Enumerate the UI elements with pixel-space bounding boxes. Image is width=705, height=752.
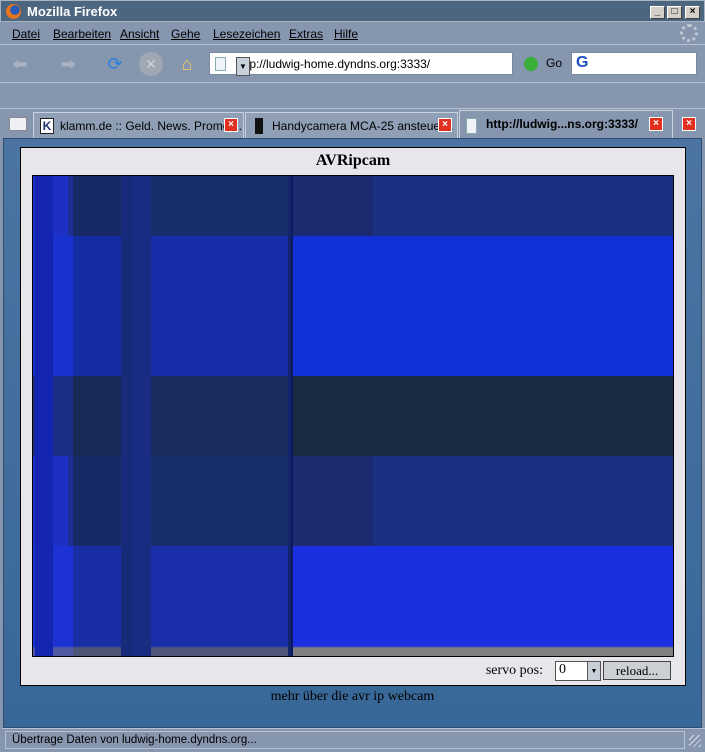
stop-icon[interactable]: ✕ <box>139 52 163 76</box>
menu-extras[interactable]: Extras <box>289 27 323 41</box>
klamm-favicon-icon: K <box>40 118 54 134</box>
title-bar: Mozilla Firefox _ □ × <box>0 0 705 22</box>
go-label: Go <box>546 56 563 70</box>
close-tab-icon[interactable]: × <box>438 118 452 132</box>
servo-select[interactable]: 0 ▼ <box>555 661 601 681</box>
minimize-button[interactable]: _ <box>650 6 665 19</box>
go-button[interactable]: Go <box>524 56 562 71</box>
url-text: http://ludwig-home.dyndns.org:3333/ <box>236 57 431 71</box>
tab-ludwig-home[interactable]: http://ludwig...ns.org:3333/ × <box>459 110 673 139</box>
home-icon[interactable]: ⌂ <box>175 52 199 76</box>
url-dropdown-button[interactable]: ▼ <box>236 57 250 76</box>
tab-klamm[interactable]: K klamm.de :: Geld. News. Promoti... × <box>33 112 244 139</box>
more-text: mehr über die <box>270 689 352 704</box>
resize-grip-icon[interactable] <box>689 735 701 747</box>
menu-hilfe[interactable]: Hilfe <box>334 27 358 41</box>
search-input[interactable]: G <box>571 52 697 75</box>
close-tab-icon[interactable]: × <box>224 118 238 132</box>
close-tab-icon[interactable]: × <box>649 117 663 131</box>
page-icon <box>215 57 226 71</box>
more-info: mehr über die avr ip webcam <box>0 689 705 705</box>
go-icon <box>524 56 538 71</box>
tab-label: http://ludwig...ns.org:3333/ <box>486 117 639 131</box>
tab-label: klamm.de :: Geld. News. Promoti... <box>60 119 244 133</box>
close-all-tabs-icon[interactable]: × <box>682 117 696 131</box>
page-title: AVRipcam <box>315 152 391 169</box>
reload-icon[interactable]: ⟳ <box>103 52 127 76</box>
servo-label: servo pos: <box>485 663 543 678</box>
chevron-down-icon: ▼ <box>587 662 600 680</box>
maximize-button[interactable]: □ <box>667 6 682 19</box>
firefox-logo-icon <box>6 4 21 19</box>
close-window-button[interactable]: × <box>685 6 700 19</box>
status-bar: Übertrage Daten von ludwig-home.dyndns.o… <box>2 728 705 752</box>
menu-bearbeiten[interactable]: Bearbeiten <box>53 27 111 41</box>
avr-favicon-icon <box>255 118 263 134</box>
tab-label: Handycamera MCA-25 ansteuer... <box>272 119 454 133</box>
back-icon[interactable]: ⬅ <box>8 52 32 76</box>
menu-datei[interactable]: Datei <box>12 27 40 41</box>
window-title: Mozilla Firefox <box>27 4 118 19</box>
webcam-panel: AVRipcam servo pos: 0 ▼ reload... <box>20 147 686 686</box>
menu-lesezeichen[interactable]: Lesezeichen <box>213 27 280 41</box>
menu-gehe[interactable]: Gehe <box>171 27 200 41</box>
forward-icon[interactable]: ➡ <box>56 52 80 76</box>
new-tab-icon[interactable] <box>9 117 27 131</box>
status-text: Übertrage Daten von ludwig-home.dyndns.o… <box>5 731 685 749</box>
tab-bar: K klamm.de :: Geld. News. Promoti... × H… <box>0 108 705 139</box>
webcam-image <box>32 175 674 657</box>
google-icon[interactable]: G <box>576 54 588 72</box>
menu-ansicht[interactable]: Ansicht <box>120 27 159 41</box>
menu-bar: Datei Bearbeiten Ansicht Gehe Lesezeiche… <box>0 22 705 45</box>
page-icon <box>466 118 477 134</box>
controls: servo pos: 0 ▼ reload... <box>471 661 671 681</box>
avr-ip-webcam-link[interactable]: avr ip webcam <box>352 689 434 704</box>
throbber-icon <box>680 24 698 42</box>
reload-button[interactable]: reload... <box>603 661 671 680</box>
url-bar[interactable]: http://ludwig-home.dyndns.org:3333/ ▼ <box>209 52 513 76</box>
servo-value: 0 <box>559 662 566 677</box>
tab-handycamera[interactable]: Handycamera MCA-25 ansteuer... × <box>245 112 458 139</box>
